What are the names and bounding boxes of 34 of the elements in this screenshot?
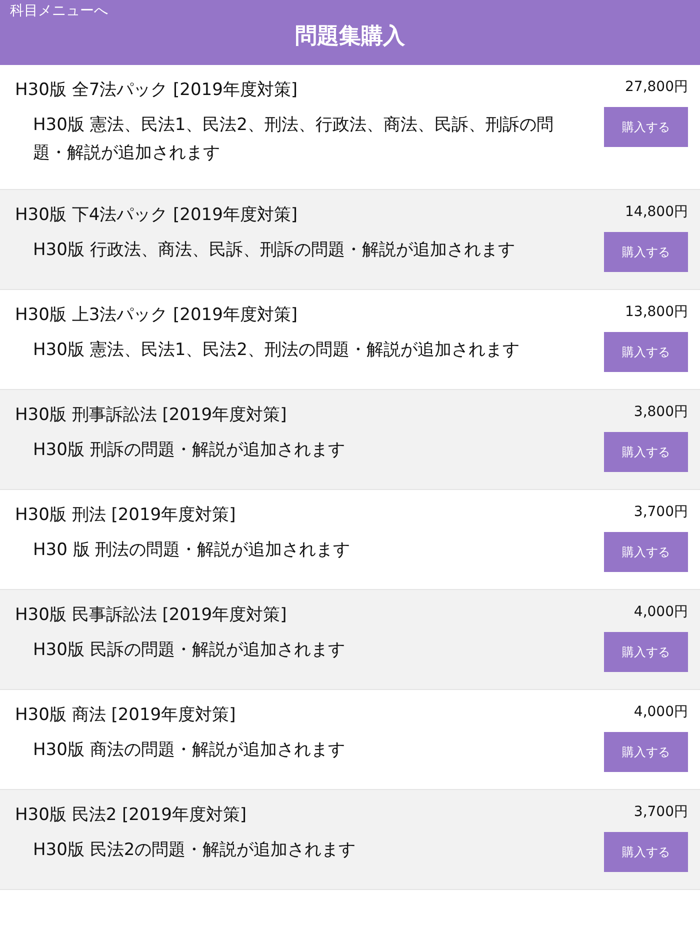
purchase-button[interactable]: 購入する: [604, 432, 688, 472]
product-description: H30版 商法の問題・解説が追加されます: [32, 739, 346, 762]
product-title: H30版 商法 [2019年度対策]: [15, 704, 237, 727]
purchase-button[interactable]: 購入する: [604, 332, 688, 372]
product-description: H30版 憲法、民法1、民法2、刑法の問題・解説が追加されます: [32, 339, 520, 362]
product-title: H30版 民事訴訟法 [2019年度対策]: [15, 604, 288, 627]
purchase-button[interactable]: 購入する: [604, 732, 688, 772]
product-description: H30 版 刑法の問題・解説が追加されます: [32, 539, 352, 562]
purchase-button[interactable]: 購入する: [604, 232, 688, 272]
product-description: H30版 憲法、民法1、民法2、刑法、行政法、商法、民訴、刑訴の問題・解説が追加されます: [32, 114, 554, 165]
purchase-button[interactable]: 購入する: [604, 532, 688, 572]
product-title: H30版 刑法 [2019年度対策]: [15, 504, 237, 527]
price-text: 27,800円: [625, 78, 688, 97]
price-text: 3,700円: [634, 803, 688, 822]
product-description: H30版 民訴の問題・解説が追加されます: [32, 639, 346, 662]
price-text: 3,700円: [634, 503, 688, 522]
product-description: H30版 行政法、商法、民訴、刑訴の問題・解説が追加されます: [32, 239, 516, 262]
purchase-button[interactable]: 購入する: [604, 632, 688, 672]
price-text: 14,800円: [625, 203, 688, 222]
product-description: H30版 民法2の問題・解説が追加されます: [32, 839, 357, 862]
product-title: H30版 下4法パック [2019年度対策]: [15, 204, 299, 227]
purchase-button[interactable]: 購入する: [604, 832, 688, 872]
product-title: H30版 全7法パック [2019年度対策]: [15, 79, 299, 102]
product-title: H30版 刑事訴訟法 [2019年度対策]: [15, 404, 288, 427]
product-title: H30版 上3法パック [2019年度対策]: [15, 304, 299, 327]
purchase-button[interactable]: 購入する: [604, 107, 688, 147]
price-text: 13,800円: [625, 303, 688, 322]
product-description: H30版 刑訴の問題・解説が追加されます: [32, 439, 346, 462]
price-text: 4,000円: [634, 603, 688, 622]
price-text: 4,000円: [634, 703, 688, 722]
page-title: 問題集購入: [294, 23, 406, 51]
price-text: 3,800円: [634, 403, 688, 422]
back-link[interactable]: 科目メニューへ: [0, 0, 108, 20]
product-title: H30版 民法2 [2019年度対策]: [15, 804, 248, 827]
